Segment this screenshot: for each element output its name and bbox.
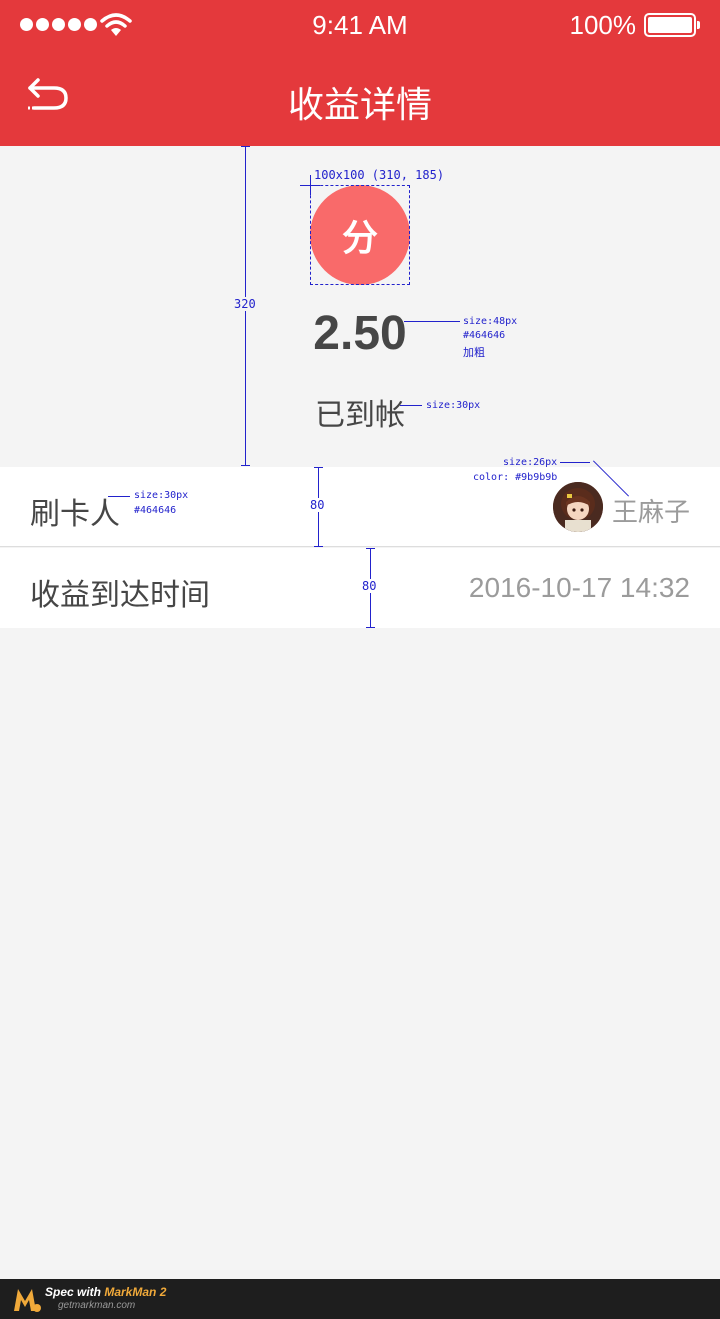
- arrival-time-label: 收益到达时间: [30, 579, 210, 612]
- coin-size-label: 100x100 (310, 185): [314, 168, 445, 182]
- status-pointer: [400, 405, 422, 406]
- hero-height-cap-top: [241, 146, 250, 147]
- footer-url: getmarkman.com: [58, 1300, 136, 1311]
- arrival-time-value: 2016-10-17 14:32: [468, 572, 690, 603]
- payer-name: 王麻子: [611, 497, 690, 527]
- earnings-amount: 2.50: [313, 307, 407, 360]
- label-pointer: [108, 496, 130, 497]
- hero-height-cap-bottom: [241, 465, 250, 466]
- nav-bar: 收益详情: [0, 50, 720, 146]
- battery-icon: [644, 13, 700, 37]
- row2-height-cap-bottom: [366, 627, 375, 628]
- payer-label: 刷卡人: [30, 498, 120, 531]
- footer-tagline: Spec with MarkMan 2: [45, 1285, 166, 1299]
- hero-height-label: 320: [234, 297, 256, 311]
- row1-height-cap-bottom: [314, 546, 323, 547]
- name-color-note: color: #9b9b9b: [473, 472, 558, 483]
- amount-weight-note: 加粗: [463, 346, 485, 359]
- name-pointer-h: [560, 462, 590, 463]
- row2-height-label: 80: [362, 579, 377, 593]
- row2-height-cap-top: [366, 548, 375, 549]
- markman-logo: [14, 1289, 41, 1312]
- markman-footer: Spec with MarkMan 2 getmarkman.com: [0, 1279, 720, 1319]
- amount-size-note: size:48px: [463, 316, 518, 327]
- footer-prefix: Spec with: [45, 1285, 105, 1299]
- label-size-note: size:30px: [134, 490, 189, 501]
- battery-percentage: 100%: [569, 10, 637, 40]
- coin-measure-box: [310, 185, 410, 285]
- amount-pointer: [404, 321, 460, 322]
- coin-crosshair-v: [310, 175, 311, 195]
- status-size-note: size:30px: [426, 400, 481, 411]
- page-title: 收益详情: [287, 84, 432, 125]
- earnings-status: 已到帐: [315, 399, 405, 432]
- row1-height-label: 80: [310, 498, 325, 512]
- arrival-time-row: 收益到达时间 2016-10-17 14:32: [0, 548, 720, 628]
- amount-color-note: #464646: [463, 330, 506, 341]
- label-color-note: #464646: [134, 505, 177, 516]
- row1-height-cap-top: [314, 467, 323, 468]
- footer-brand: MarkMan 2: [104, 1285, 167, 1299]
- payer-avatar: [553, 482, 603, 532]
- name-size-note: size:26px: [503, 457, 558, 468]
- status-bar: 9:41 AM 100%: [0, 0, 720, 50]
